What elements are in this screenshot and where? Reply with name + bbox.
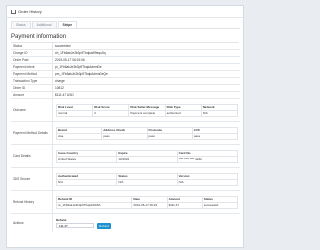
card-details-table: Issue Country Expire Card No. United Sta… [55,149,239,163]
field-label: Actions [11,214,53,232]
field-value: pm_1Fb6akJe3b3p9TbqkAdmnDeQe [55,72,108,76]
order-history-panel: Order History Status Additional Stripe P… [6,5,244,248]
field-row-card-details: Card Details Issue Country Expire Card N… [11,145,240,168]
field-label: 3DS Secure [11,168,53,190]
table-cell: succeeded [201,201,239,209]
table-cell: N/A [176,178,239,186]
outcome-table: Risk Level Risk Score Risk Seller Messag… [55,103,239,117]
field-label: Refund History [11,191,53,213]
field-row-payment-intent: Payment Intent pi_1Fb6akJe3b3p9TbqkAdmnD… [11,64,240,71]
table-cell: **** **** **** 4242 [176,155,239,163]
field-row-amount: Amount $111.47 USD [11,92,240,99]
payment-method-details-table: Brand Address Check Postcode CVC visa pa… [55,126,239,140]
field-label: Transaction Type [11,78,53,84]
field-label: Outcome [11,99,53,121]
payment-info-grid: Status succeeded Charge ID ch_1Fb6akJe3b… [11,43,240,232]
field-row-charge-id: Charge ID ch_1Fb6akJe3b3p9TbqkaW9equ5q [11,50,240,57]
refund-form: Refund [55,222,111,229]
table-cell: pass [146,132,193,140]
field-label: Charge ID [11,50,53,56]
payment-method-details-cell: Brand Address Check Postcode CVC visa pa… [53,122,240,144]
table-cell: 2019-05-17 06:24 [131,201,168,209]
refund-history-table: Refund ID Date Amount Status re_1Fb6akJe… [55,195,239,209]
table-row: United States 12/2022 **** **** **** 424… [55,155,239,163]
table-cell: United States [55,155,118,163]
field-row-refund-history: Refund History Refund ID Date Amount Sta… [11,191,240,214]
panel-header: Order History [7,6,243,18]
field-label: Payment Method Details [11,122,53,144]
field-value: succeeded [55,44,71,48]
field-row-actions: Actions Refund Refund [11,214,240,232]
field-value: pi_1Fb6akJe3b3p9TbqkAdmnDe [55,65,102,69]
refund-history-table-wrap: Refund ID Date Amount Status re_1Fb6akJe… [55,195,240,210]
table-cell: pass [101,132,148,140]
payment-method-table-wrap: Brand Address Check Postcode CVC visa pa… [55,126,240,141]
field-label: Card Details [11,145,53,167]
table-cell: N/A [116,178,178,186]
refund-button[interactable]: Refund [97,222,111,229]
three-d-secure-table: Authenticated Status Version N/A N/A N/A [55,172,239,186]
field-value: 2019-05-17 06:24:06 [55,58,85,62]
table-row: re_1Fb6akJe3b3p9TbqkaW9Sb 2019-05-17 06:… [55,201,239,209]
table-cell: N/A [55,178,118,186]
field-row-order-paid: Order Paid 2019-05-17 06:24:06 [11,57,240,64]
cart-icon [11,9,16,14]
card-details-cell: Issue Country Expire Card No. United Sta… [53,145,240,167]
table-cell: Payment complete [128,109,166,117]
field-label: Status [11,43,53,49]
field-row-status: Status succeeded [11,43,240,50]
table-cell: $111.47 [166,201,203,209]
refund-history-cell: Refund ID Date Amount Status re_1Fb6akJe… [53,191,240,213]
field-label: Payment Method [11,71,53,77]
refund-action-cell: Refund Refund [53,214,240,232]
field-value: ch_1Fb6akJe3b3p9TbqkaW9equ5q [55,51,106,55]
three-d-secure-table-wrap: Authenticated Status Version N/A N/A N/A [55,172,240,187]
field-row-payment-method-details: Payment Method Details Brand Address Che… [11,122,240,145]
field-value: charge [55,79,65,83]
three-d-secure-cell: Authenticated Status Version N/A N/A N/A [53,168,240,190]
field-row-order-id: Order ID 10812 [11,85,240,92]
table-cell: N/A [200,109,239,117]
outcome-cell: Risk Level Risk Score Risk Seller Messag… [53,99,240,121]
field-label: Payment Intent [11,64,53,70]
section-title: Payment information [11,34,67,40]
outcome-table-wrap: Risk Level Risk Score Risk Seller Messag… [55,103,240,118]
panel-title: Order History [18,9,42,14]
field-label: Amount [11,92,53,98]
table-cell: normal [55,109,94,117]
table-row: normal 2 Payment complete authorized N/A [55,109,239,117]
table-cell: visa [55,132,103,140]
card-details-table-wrap: Issue Country Expire Card No. United Sta… [55,149,240,164]
field-row-outcome: Outcome Risk Level Risk Score Risk Selle… [11,99,240,122]
table-cell: re_1Fb6akJe3b3p9TbqkaW9Sb [55,201,133,209]
field-value: $111.47 USD [55,93,74,97]
table-cell: 2 [92,109,130,117]
table-cell: authorized [164,109,202,117]
table-row: N/A N/A N/A [55,178,239,186]
field-row-transaction-type: Transaction Type charge [11,78,240,85]
field-row-3ds-secure: 3DS Secure Authenticated Status Version … [11,168,240,191]
table-row: visa pass pass pass [55,132,239,140]
field-row-payment-method: Payment Method pm_1Fb6akJe3b3p9TbqkAdmnD… [11,71,240,78]
field-label: Order Paid [11,57,53,63]
table-cell: pass [191,132,239,140]
tab-divider [10,28,240,29]
table-cell: 12/2022 [116,155,178,163]
refund-amount-input[interactable] [56,223,94,228]
field-label: Order ID [11,85,53,91]
field-value: 10812 [55,86,64,90]
